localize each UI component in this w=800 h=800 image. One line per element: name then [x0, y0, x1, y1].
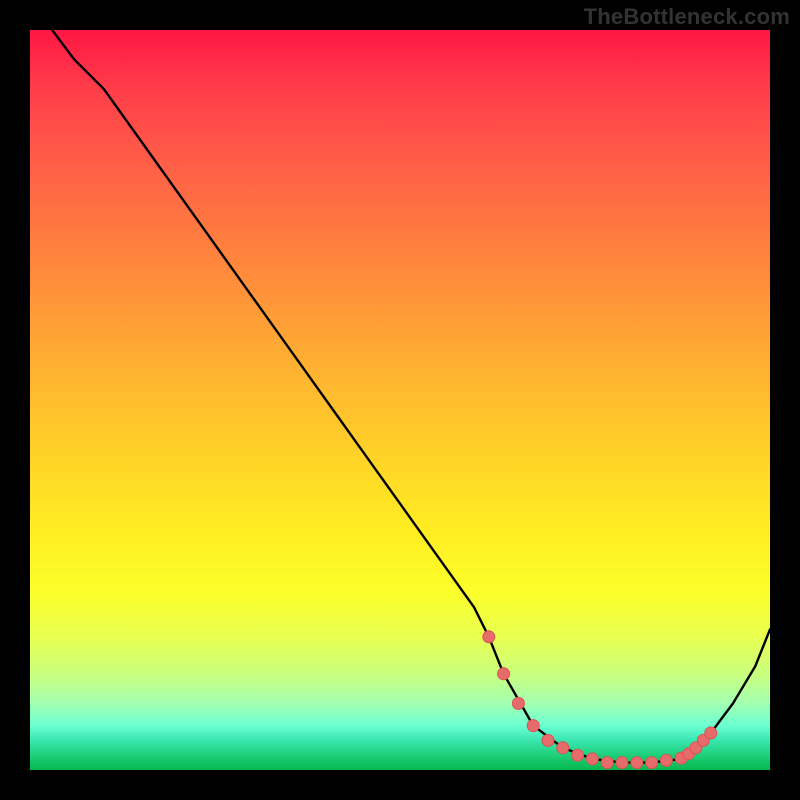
marker-dot: [527, 720, 539, 732]
marker-dot: [631, 757, 643, 769]
marker-dot: [542, 734, 554, 746]
watermark-label: TheBottleneck.com: [584, 4, 790, 30]
optimal-range-markers: [483, 631, 717, 769]
marker-dot: [646, 757, 658, 769]
bottleneck-curve: [52, 30, 770, 763]
bottleneck-curve-svg: [30, 30, 770, 770]
marker-dot: [660, 754, 672, 766]
marker-dot: [483, 631, 495, 643]
marker-dot: [498, 668, 510, 680]
marker-dot: [586, 753, 598, 765]
marker-dot: [616, 757, 628, 769]
marker-dot: [572, 749, 584, 761]
plot-area: [30, 30, 770, 770]
chart-frame: TheBottleneck.com: [0, 0, 800, 800]
marker-dot: [601, 757, 613, 769]
marker-dot: [557, 742, 569, 754]
marker-dot: [705, 727, 717, 739]
marker-dot: [512, 697, 524, 709]
